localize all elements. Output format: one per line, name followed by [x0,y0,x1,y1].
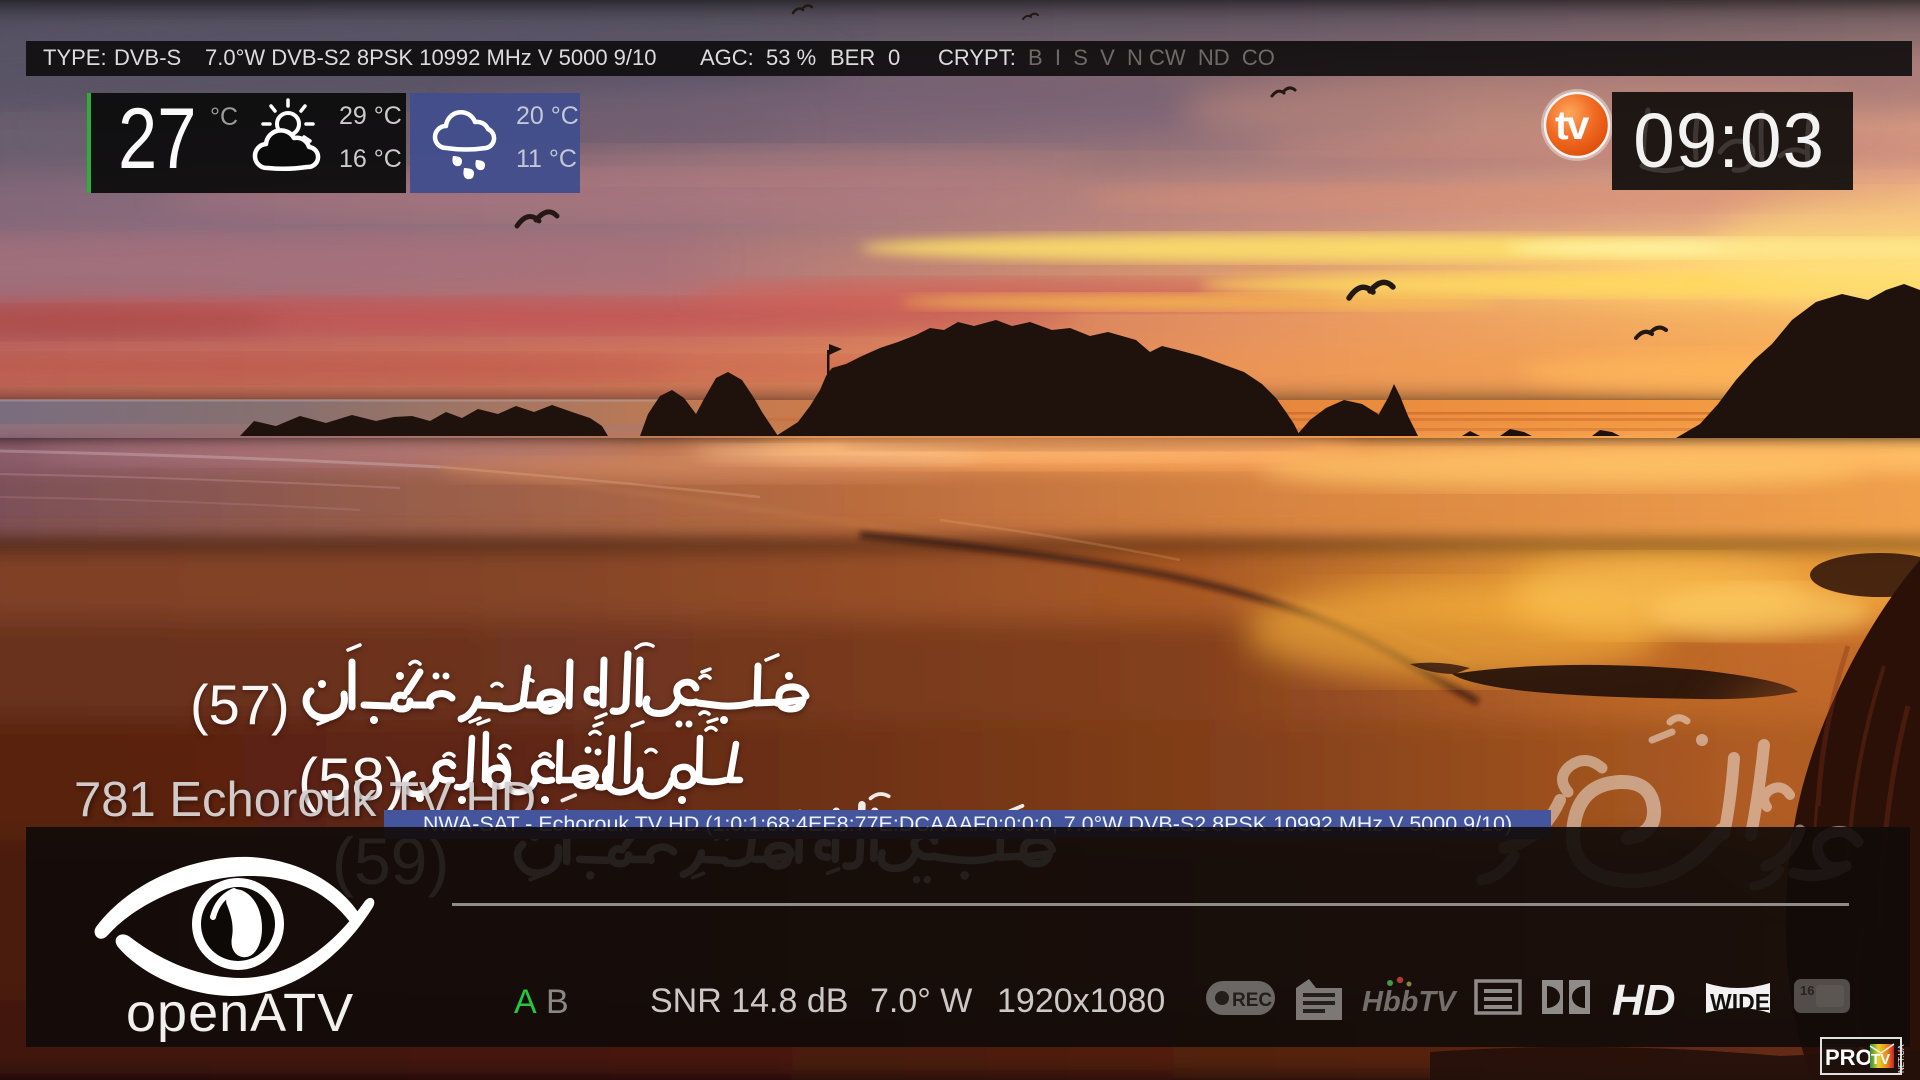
svg-text:openATV: openATV [126,983,354,1043]
svg-text:(57): (57) [190,673,290,736]
svg-text:HD: HD [1612,976,1676,1025]
svg-text:PRO: PRO [1825,1045,1873,1070]
svg-text:7.0° W: 7.0° W [870,982,972,1020]
svg-text:1920x1080: 1920x1080 [997,982,1165,1020]
svg-text:TV: TV [1871,1051,1890,1068]
svg-text:16: 16 [1800,983,1814,998]
svg-text:REC: REC [1232,990,1272,1011]
svg-text:tv: tv [1555,102,1590,148]
svg-text:SNR 14.8 dB: SNR 14.8 dB [650,982,848,1020]
svg-text:NET.UA: NET.UA [1897,1044,1906,1073]
svg-text:WIDE: WIDE [1710,989,1770,1015]
svg-text:A: A [514,983,537,1021]
svg-text:B: B [546,983,569,1021]
svg-text:HbbTV: HbbTV [1362,986,1458,1018]
